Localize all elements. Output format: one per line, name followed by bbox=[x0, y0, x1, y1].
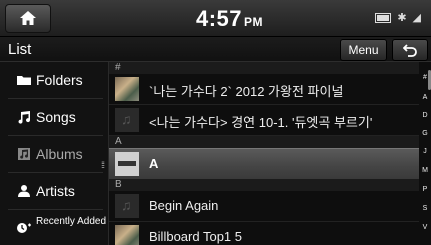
index-letter[interactable]: P bbox=[419, 186, 431, 193]
sidebar-item-recently-added[interactable]: Recently Added bbox=[0, 210, 108, 245]
bluetooth-icon: ✱ bbox=[397, 12, 407, 24]
folder-icon bbox=[17, 76, 31, 85]
list-header: List Menu bbox=[0, 37, 431, 62]
sidebar-item-albums[interactable]: Albums bbox=[0, 136, 108, 172]
status-bar: 4:57 PM ✱ ◢ bbox=[0, 0, 431, 37]
person-icon bbox=[18, 185, 30, 197]
page-title: List bbox=[8, 41, 32, 58]
clock: 4:57 PM bbox=[196, 6, 263, 32]
sidebar-item-label: Artists bbox=[36, 183, 75, 199]
back-icon bbox=[403, 44, 417, 57]
back-button[interactable] bbox=[392, 39, 428, 61]
list-item[interactable]: Begin Again bbox=[109, 191, 419, 222]
index-letter[interactable]: V bbox=[419, 224, 431, 231]
index-letter[interactable]: A bbox=[419, 94, 431, 101]
section-header: A bbox=[109, 136, 419, 148]
song-list[interactable]: # `나는 가수다 2` 2012 가왕전 파이널 <나는 가수다> 경연 10… bbox=[109, 62, 419, 245]
home-icon bbox=[20, 11, 36, 25]
sidebar-item-songs[interactable]: Songs bbox=[0, 99, 108, 135]
album-art-placeholder-icon bbox=[115, 194, 139, 218]
sidebar-item-label: Songs bbox=[36, 109, 76, 125]
index-letter[interactable]: D bbox=[419, 112, 431, 119]
category-sidebar: Folders Songs Albums Artists Recently Ad… bbox=[0, 62, 109, 245]
clock-time: 4:57 bbox=[196, 6, 243, 31]
sidebar-item-label: Folders bbox=[36, 72, 83, 88]
sidebar-item-artists[interactable]: Artists bbox=[0, 173, 108, 209]
sidebar-item-label: Albums bbox=[36, 146, 83, 162]
drag-grip-icon[interactable]: ⁞⁞ bbox=[101, 160, 105, 170]
album-art bbox=[115, 225, 139, 245]
sidebar-item-label: Recently Added bbox=[36, 216, 107, 227]
list-item[interactable]: <나는 가수다> 경연 10-1. '듀엣곡 부르기' bbox=[109, 105, 419, 136]
sidebar-item-folders[interactable]: Folders bbox=[0, 62, 108, 98]
album-art bbox=[115, 77, 139, 101]
index-letter[interactable]: M bbox=[419, 167, 431, 174]
index-letter[interactable]: J bbox=[419, 148, 431, 155]
section-header: B bbox=[109, 179, 419, 191]
list-item[interactable]: Billboard Top1 5 bbox=[109, 222, 419, 245]
battery-icon bbox=[375, 12, 392, 23]
album-art bbox=[115, 152, 139, 176]
menu-button[interactable]: Menu bbox=[340, 39, 387, 61]
screen: 4:57 PM ✱ ◢ List Menu Folders Songs Albu… bbox=[0, 0, 431, 245]
home-button[interactable] bbox=[5, 4, 51, 33]
list-item-title: A bbox=[149, 156, 159, 171]
index-letter[interactable]: S bbox=[419, 205, 431, 212]
list-item-title: <나는 가수다> 경연 10-1. '듀엣곡 부르기' bbox=[149, 115, 373, 130]
album-art-placeholder-icon bbox=[115, 108, 139, 132]
recently-added-icon bbox=[17, 223, 31, 233]
status-icons: ✱ ◢ bbox=[375, 11, 421, 24]
section-header: # bbox=[109, 62, 419, 74]
list-item-title: Begin Again bbox=[149, 198, 219, 213]
list-item[interactable]: `나는 가수다 2` 2012 가왕전 파이널 bbox=[109, 74, 419, 105]
list-item-title: Billboard Top1 5 bbox=[149, 229, 242, 244]
signal-icon: ◢ bbox=[412, 12, 421, 24]
album-icon bbox=[18, 148, 30, 160]
music-note-icon bbox=[18, 111, 31, 124]
clock-ampm: PM bbox=[244, 15, 264, 29]
index-letter[interactable]: G bbox=[419, 130, 431, 137]
list-item-title: `나는 가수다 2` 2012 가왕전 파이널 bbox=[149, 84, 344, 99]
list-item-selected[interactable]: A bbox=[109, 148, 419, 180]
